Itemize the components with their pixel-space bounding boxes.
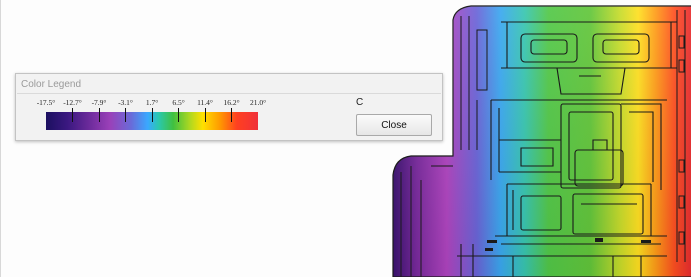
tick-label: 16.2° [223,98,240,107]
tick-mark [204,108,206,122]
tick-mark [151,108,153,122]
thermal-view-canvas[interactable]: Color Legend -17.5° -12.7° -7.9° -3.1° 1… [0,0,691,277]
tick-mark [178,108,179,122]
color-scale: -17.5° -12.7° -7.9° -3.1° 1.7° 6.5° 11.4… [30,98,266,134]
tick-label: -3.1° [118,98,133,107]
tick-label: -17.5° [36,98,56,107]
dialog-title: Color Legend [21,79,82,90]
tick-mark [231,108,232,122]
unit-label: C [356,97,364,108]
close-button[interactable]: Close [356,114,432,136]
tick-label: -12.7° [63,98,82,107]
tick-label: 21.0° [249,98,267,107]
tick-label: 6.5° [172,98,185,107]
tick-mark [125,108,126,122]
tick-label: -7.9° [91,98,107,107]
tick-label: 11.4° [197,98,213,107]
color-legend-dialog: Color Legend -17.5° -12.7° -7.9° -3.1° 1… [15,73,443,141]
title-separator [17,93,441,94]
tick-label: 1.7° [145,98,159,107]
tick-mark [72,108,73,122]
tick-mark [98,108,100,122]
